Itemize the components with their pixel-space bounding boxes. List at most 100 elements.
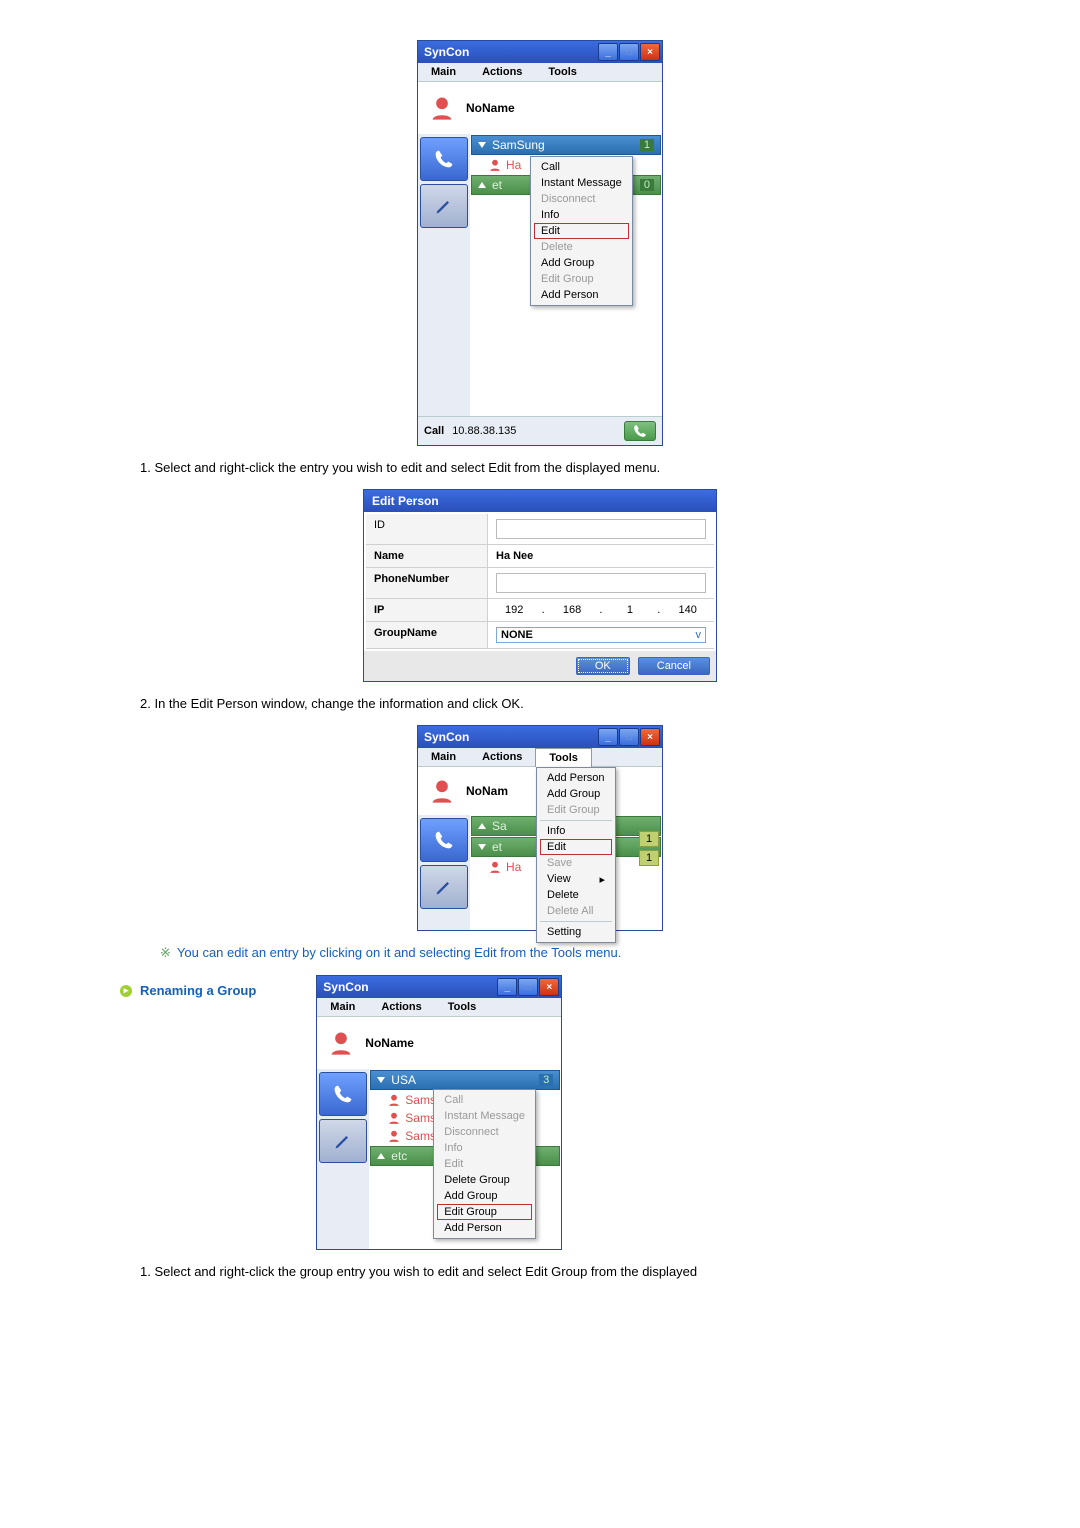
chevron-down-icon <box>377 1077 385 1083</box>
group-badge: 3 <box>539 1074 553 1086</box>
menu-main[interactable]: Main <box>418 63 469 81</box>
tools-info[interactable]: Info <box>537 823 615 839</box>
menu-actions[interactable]: Actions <box>469 748 535 766</box>
tools-edit-group: Edit Group <box>537 802 615 818</box>
ip-part-2[interactable]: 168 <box>557 604 587 616</box>
ip-part-1[interactable]: 192 <box>499 604 529 616</box>
menu-actions[interactable]: Actions <box>368 998 434 1016</box>
tools-add-person[interactable]: Add Person <box>537 770 615 786</box>
tools-view[interactable]: View▸ <box>537 871 615 887</box>
field-label-phone: PhoneNumber <box>366 568 488 598</box>
side-edit-button[interactable] <box>319 1119 367 1163</box>
ctx-disconnect: Disconnect <box>434 1124 535 1140</box>
chevron-up-icon <box>478 182 486 188</box>
context-menu: Call Instant Message Disconnect Info Edi… <box>530 156 633 306</box>
edit-person-dialog: Edit Person ID Name Ha Nee PhoneNumber I… <box>363 489 717 682</box>
side-call-button[interactable] <box>319 1072 367 1116</box>
phone-icon <box>633 424 647 438</box>
ip-part-3[interactable]: 1 <box>615 604 645 616</box>
menu-main[interactable]: Main <box>317 998 368 1016</box>
side-call-button[interactable] <box>420 818 468 862</box>
group-label: SamSung <box>492 138 545 152</box>
badge: 1 <box>639 850 659 866</box>
name-value[interactable]: Ha Nee <box>496 550 533 562</box>
person-icon <box>488 158 502 172</box>
maximize-button[interactable]: □ <box>518 978 538 996</box>
ip-part-4[interactable]: 140 <box>673 604 703 616</box>
phone-input[interactable] <box>496 573 706 593</box>
person-label: Ha <box>506 860 521 874</box>
chevron-down-icon <box>478 844 486 850</box>
dialog-title[interactable]: Edit Person <box>364 490 716 512</box>
ctx-add-group[interactable]: Add Group <box>531 255 632 271</box>
phone-icon <box>434 149 454 169</box>
ip-input[interactable]: 192. 168. 1. 140 <box>488 599 714 621</box>
ctx-instant-message[interactable]: Instant Message <box>531 175 632 191</box>
user-avatar-icon <box>327 1029 355 1057</box>
menubar: Main Actions Tools <box>418 63 662 82</box>
field-label-id: ID <box>366 514 488 544</box>
group-row-usa[interactable]: USA 3 <box>370 1070 560 1090</box>
instruction-step-3: 1. Select and right-click the group entr… <box>140 1264 970 1279</box>
groupname-select[interactable]: NONE v <box>496 627 706 643</box>
close-button[interactable]: × <box>640 728 660 746</box>
tools-save: Save <box>537 855 615 871</box>
ctx-add-person[interactable]: Add Person <box>434 1220 535 1236</box>
cancel-button[interactable]: Cancel <box>638 657 710 675</box>
ctx-delete-group[interactable]: Delete Group <box>434 1172 535 1188</box>
note-icon: ※ <box>160 945 171 960</box>
ok-button[interactable]: OK <box>576 657 630 675</box>
status-call-button[interactable] <box>624 421 656 441</box>
person-icon <box>387 1129 401 1143</box>
groupname-value: NONE <box>501 629 533 641</box>
bullet-icon: ▸ <box>120 985 132 997</box>
ctx-info[interactable]: Info <box>531 207 632 223</box>
person-label: Ha <box>506 158 521 172</box>
close-button[interactable]: × <box>640 43 660 61</box>
side-edit-button[interactable] <box>420 865 468 909</box>
menu-tools[interactable]: Tools <box>535 748 592 767</box>
id-input[interactable] <box>496 519 706 539</box>
user-info: NoName <box>317 1017 561 1069</box>
maximize-button[interactable]: □ <box>619 43 639 61</box>
ctx-edit-group[interactable]: Edit Group <box>437 1204 532 1220</box>
ctx-edit-group: Edit Group <box>531 271 632 287</box>
group-row-samsung[interactable]: SamSung 1 <box>471 135 661 155</box>
group-label: et <box>492 840 502 854</box>
ctx-call[interactable]: Call <box>531 159 632 175</box>
minimize-button[interactable]: _ <box>598 43 618 61</box>
menu-main[interactable]: Main <box>418 748 469 766</box>
menu-tools[interactable]: Tools <box>535 63 590 81</box>
ctx-add-group[interactable]: Add Group <box>434 1188 535 1204</box>
menu-actions[interactable]: Actions <box>469 63 535 81</box>
window-title: SynCon <box>323 980 497 994</box>
tools-setting[interactable]: Setting <box>537 924 615 940</box>
ctx-add-person[interactable]: Add Person <box>531 287 632 303</box>
minimize-button[interactable]: _ <box>598 728 618 746</box>
tools-edit[interactable]: Edit <box>540 839 612 855</box>
maximize-button[interactable]: □ <box>619 728 639 746</box>
menubar: Main Actions Tools <box>418 748 662 767</box>
window-title: SynCon <box>424 45 598 59</box>
side-edit-button[interactable] <box>420 184 468 228</box>
tools-delete[interactable]: Delete <box>537 887 615 903</box>
statusbar: Call 10.88.38.135 <box>418 416 662 445</box>
syncon-window-3: SynCon _ □ × Main Actions Tools NoName <box>316 975 562 1250</box>
pencil-icon <box>434 877 454 897</box>
close-button[interactable]: × <box>539 978 559 996</box>
side-call-button[interactable] <box>420 137 468 181</box>
minimize-button[interactable]: _ <box>497 978 517 996</box>
group-badge: 1 <box>640 139 654 151</box>
menu-tools[interactable]: Tools <box>435 998 490 1016</box>
note-text: ※You can edit an entry by clicking on it… <box>160 945 970 961</box>
tools-add-group[interactable]: Add Group <box>537 786 615 802</box>
section-heading: ▸ Renaming a Group <box>120 983 256 998</box>
titlebar[interactable]: SynCon _ □ × <box>418 726 662 748</box>
status-call-label: Call <box>424 425 444 437</box>
field-label-ip: IP <box>366 599 488 621</box>
titlebar[interactable]: SynCon _ □ × <box>317 976 561 998</box>
submenu-arrow-icon: ▸ <box>599 873 605 886</box>
phone-icon <box>434 830 454 850</box>
ctx-edit[interactable]: Edit <box>534 223 629 239</box>
titlebar[interactable]: SynCon _ □ × <box>418 41 662 63</box>
